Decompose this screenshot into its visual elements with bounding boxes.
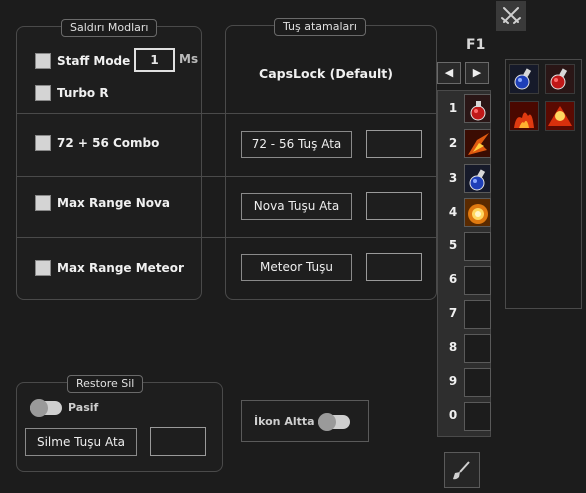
next-page-button[interactable]: ▶ [465,62,489,84]
fire-skill-icon [546,102,574,130]
nova-label: Max Range Nova [57,196,170,210]
inventory-item-2[interactable] [545,64,575,94]
skill-slot-5[interactable] [464,232,491,261]
slot-number: 9 [448,374,458,388]
restore-toggle[interactable] [30,399,62,417]
combo-label: 72 + 56 Combo [57,136,160,150]
inventory-item-1[interactable] [509,64,539,94]
slot-number: 8 [448,340,458,354]
brush-icon[interactable] [444,452,480,488]
skill-slot-9[interactable] [464,368,491,397]
slot-number: 7 [448,306,458,320]
staff-mode-label: Staff Mode [57,54,131,68]
slot-number: 3 [448,171,458,185]
inventory-panel [505,59,582,309]
restore-assign-button[interactable]: Silme Tuşu Ata [25,428,137,456]
fire-skill-icon [465,130,490,157]
nova-checkbox[interactable] [35,195,51,211]
nova-assign-button[interactable]: Nova Tuşu Ata [241,193,352,220]
skill-slot-7[interactable] [464,300,491,329]
fire-skill-icon [510,102,538,130]
combo-checkbox[interactable] [35,135,51,151]
inventory-item-3[interactable] [509,101,539,131]
restore-key-box[interactable] [150,427,206,456]
skill-slot-3[interactable] [464,164,491,193]
icon-bottom-toggle[interactable] [318,413,350,431]
staff-mode-ms-input[interactable]: 1 [134,48,175,72]
prev-page-button[interactable]: ◀ [437,62,461,84]
combo-key-box[interactable] [366,130,422,158]
ms-unit-label: Ms [179,52,199,66]
slot-number: 2 [448,136,458,150]
explosion-skill-icon [465,199,490,226]
key-bindings-legend: Tuş atamaları [274,18,366,36]
skill-slot-4[interactable] [464,198,491,227]
restore-legend: Restore Sil [67,375,144,393]
slot-number: 1 [448,101,458,115]
default-key-label: CapsLock (Default) [259,66,393,81]
meteor-key-box[interactable] [366,253,422,281]
inventory-item-4[interactable] [545,101,575,131]
blue-potion-icon [465,165,490,192]
toggle-knob [318,413,336,431]
combo-assign-button[interactable]: 72 - 56 Tuş Ata [241,131,352,158]
restore-toggle-label: Pasif [68,401,99,414]
skill-slot-2[interactable] [464,129,491,158]
staff-mode-ms-value: 1 [150,53,159,67]
slot-number: 6 [448,272,458,286]
meteor-label: Max Range Meteor [57,261,184,275]
red-potion-icon [546,65,574,93]
turbo-checkbox[interactable] [35,85,51,101]
slot-number: 5 [448,238,458,252]
skill-slot-1[interactable] [464,94,491,123]
slot-number: 4 [448,205,458,219]
skill-slot-8[interactable] [464,334,491,363]
staff-mode-checkbox[interactable] [35,53,51,69]
skill-slot-0[interactable] [464,402,491,431]
slot-number: 0 [448,408,458,422]
toggle-knob [30,399,48,417]
blue-potion-icon [510,65,538,93]
red-potion-icon [465,95,490,122]
icon-bottom-label: İkon Altta [254,415,315,428]
attack-modes-legend: Saldırı Modları [61,19,158,37]
skillbar-page-label: F1 [466,37,486,53]
skill-slot-6[interactable] [464,266,491,295]
turbo-label: Turbo R [57,86,109,100]
nova-key-box[interactable] [366,192,422,220]
crossed-swords-icon[interactable] [496,1,526,31]
meteor-assign-button[interactable]: Meteor Tuşu [241,254,352,281]
meteor-checkbox[interactable] [35,260,51,276]
